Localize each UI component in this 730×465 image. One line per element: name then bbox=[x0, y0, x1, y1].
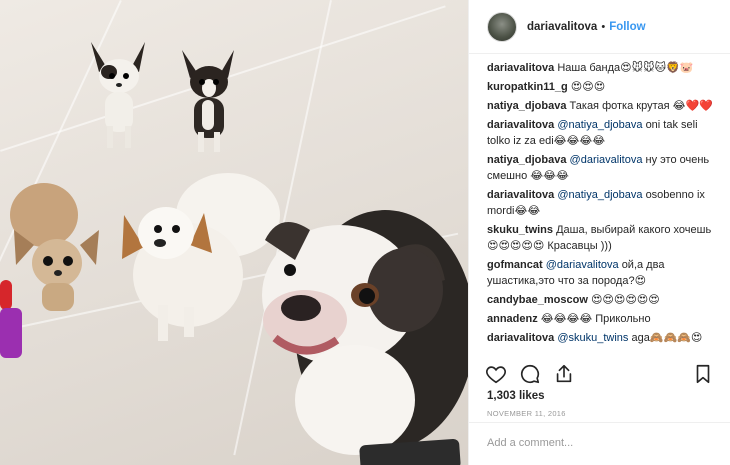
comment-item: dariavalitova @natiya_djobava oni tak se… bbox=[487, 117, 722, 149]
comment-item: candybae_moscow 😍😍😍😍😍😍 bbox=[487, 292, 722, 308]
comment-item: gofmancat @dariavalitova ой,а два ушасти… bbox=[487, 257, 722, 289]
comment-username[interactable]: candybae_moscow bbox=[487, 294, 588, 306]
comment-item: dariavalitova @natiya_djobava osobenno i… bbox=[487, 187, 722, 219]
instagram-post: dariavalitova • Follow dariavalitova Наш… bbox=[0, 0, 730, 465]
comment-item: natiya_djobava Такая фотка крутая 😂❤️❤️ bbox=[487, 98, 722, 114]
comment-item: natiya_djobava @dariavalitova ну это оче… bbox=[487, 152, 722, 184]
post-date: NOVEMBER 11, 2016 bbox=[487, 409, 566, 418]
comment-username[interactable]: dariavalitova bbox=[487, 189, 554, 201]
header-username[interactable]: dariavalitova bbox=[527, 21, 597, 33]
heart-icon[interactable] bbox=[485, 363, 507, 385]
post-header: dariavalitova • Follow bbox=[469, 0, 730, 54]
comment-mention[interactable]: @natiya_djobava bbox=[557, 189, 642, 201]
comment-item: dariavalitova Наша банда😍🐭🐭🐱🦁🐷 bbox=[487, 60, 722, 76]
chew-toy bbox=[0, 280, 22, 358]
likes-count[interactable]: 1,303 likes bbox=[487, 390, 545, 402]
comment-icon[interactable] bbox=[519, 363, 541, 385]
bulldog-dog bbox=[262, 210, 468, 455]
comment-text: 😂😂😂😂 Прикольно bbox=[540, 313, 651, 325]
bookmark-icon[interactable] bbox=[692, 363, 714, 385]
avatar[interactable] bbox=[487, 11, 517, 42]
follow-button[interactable]: Follow bbox=[609, 21, 645, 33]
comment-mention[interactable]: @dariavalitova bbox=[546, 259, 619, 271]
comments-list: dariavalitova Наша банда😍🐭🐭🐱🦁🐷 kuropatki… bbox=[487, 60, 722, 356]
comment-text: 😍😍😍😍😍😍 bbox=[590, 294, 660, 306]
chihuahua-dog-1 bbox=[91, 42, 145, 148]
comment-text: aga🙈🙈🙈😍 bbox=[631, 332, 703, 344]
comment-text: Наша банда😍🐭🐭🐱🦁🐷 bbox=[557, 62, 694, 74]
comment-username[interactable]: natiya_djobava bbox=[487, 154, 566, 166]
comment-mention[interactable]: @dariavalitova bbox=[570, 154, 643, 166]
comment-username[interactable]: natiya_djobava bbox=[487, 100, 566, 112]
comment-username[interactable]: gofmancat bbox=[487, 259, 543, 271]
comment-username[interactable]: skuku_twins bbox=[487, 224, 553, 236]
share-icon[interactable] bbox=[553, 363, 575, 385]
post-sidebar: dariavalitova • Follow dariavalitova Наш… bbox=[468, 0, 730, 465]
comment-item: kuropatkin11_g 😍😍😍 bbox=[487, 79, 722, 95]
comment-username[interactable]: dariavalitova bbox=[487, 119, 554, 131]
comment-text: Такая фотка крутая 😂❤️❤️ bbox=[569, 100, 713, 112]
comment-text: 😍😍😍 bbox=[570, 81, 606, 93]
action-bar bbox=[485, 360, 714, 388]
chihuahua-dog-2 bbox=[182, 50, 234, 152]
comment-username[interactable]: kuropatkin11_g bbox=[487, 81, 568, 93]
comment-username[interactable]: annadenz bbox=[487, 313, 538, 325]
post-photo[interactable] bbox=[0, 0, 468, 465]
separator-dot: • bbox=[601, 20, 606, 33]
comment-mention[interactable]: @natiya_djobava bbox=[557, 119, 642, 131]
add-comment-input[interactable] bbox=[487, 437, 712, 449]
comment-item: annadenz 😂😂😂😂 Прикольно bbox=[487, 311, 722, 327]
comment-username[interactable]: dariavalitova bbox=[487, 332, 554, 344]
comment-item: skuku_twins Даша, выбирай какого хочешь … bbox=[487, 222, 722, 254]
comment-mention[interactable]: @skuku_twins bbox=[557, 332, 628, 344]
add-comment-section bbox=[469, 422, 730, 465]
comment-item: dariavalitova @skuku_twins aga🙈🙈🙈😍 bbox=[487, 330, 722, 346]
comment-username[interactable]: dariavalitova bbox=[487, 62, 554, 74]
